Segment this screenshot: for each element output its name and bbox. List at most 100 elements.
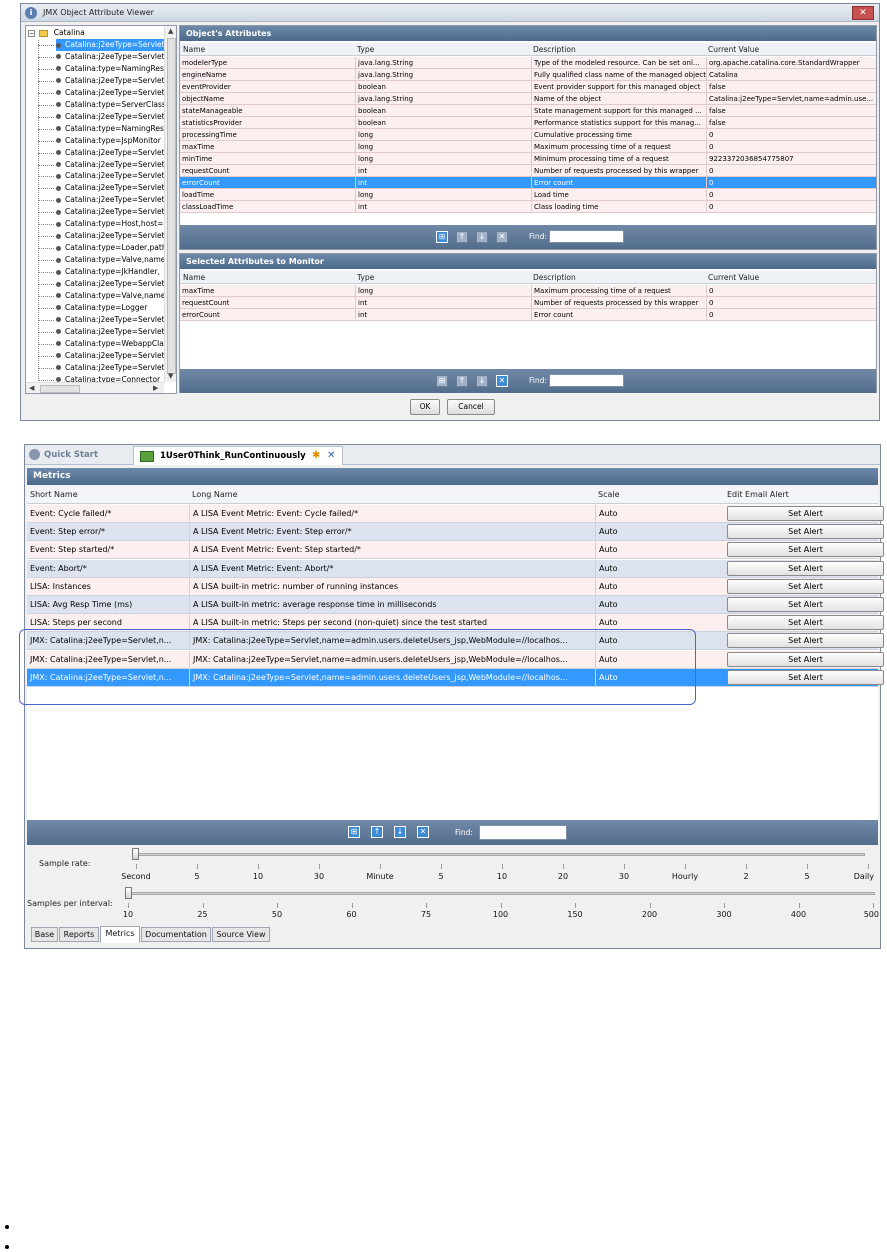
col-type[interactable]: Type [357, 271, 374, 284]
tree-item[interactable]: Catalina:j2eeType=Servlet [38, 230, 165, 242]
metric-row[interactable]: Event: Step error/* A LISA Event Metric: … [27, 523, 884, 542]
sample-rate-slider[interactable] [132, 848, 139, 860]
tree-item[interactable]: Catalina:j2eeType=Servlet [38, 362, 165, 374]
close-button[interactable]: ✕ [852, 6, 874, 20]
move-up-icon[interactable]: ↑ [371, 826, 383, 838]
metric-scale[interactable]: Auto [595, 596, 725, 614]
tree-item[interactable]: Catalina:type=ServerClassLoader [38, 99, 176, 111]
col-current-value[interactable]: Current Value [708, 271, 759, 284]
attribute-row[interactable]: eventProvider boolean Event provider suppo… [180, 81, 876, 93]
set-alert-button[interactable]: Set Alert [727, 560, 884, 576]
tree-item[interactable]: Catalina:j2eeType=Servlet [38, 159, 165, 171]
metric-row[interactable]: Event: Abort/* A LISA Event Metric: Event… [27, 559, 884, 578]
tree-item[interactable]: Catalina:j2eeType=Servlet [38, 170, 165, 182]
tab-reports[interactable]: Reports [59, 927, 99, 942]
set-alert-button[interactable]: Set Alert [727, 524, 884, 540]
scroll-left-icon[interactable]: ◀ [29, 384, 34, 392]
tree-item[interactable]: Catalina:type=JspMonitor [38, 135, 161, 147]
tree-item[interactable]: Catalina:j2eeType=Servlet [38, 326, 165, 338]
attribute-row[interactable]: maxTime long Maximum processing time of a … [180, 141, 876, 153]
metric-scale[interactable]: Auto [595, 559, 725, 578]
attribute-row[interactable]: modelerType java.lang.String Type of the m… [180, 57, 876, 69]
move-up-icon[interactable]: ↑ [456, 231, 468, 243]
set-alert-button[interactable]: Set Alert [727, 615, 884, 631]
select-all-icon[interactable]: ⊞ [348, 826, 360, 838]
tree-item[interactable]: Catalina:type=Valve,name [38, 290, 165, 302]
sample-rate-track[interactable] [133, 853, 865, 856]
attribute-row[interactable]: requestCount int Number of requests proces… [180, 297, 876, 309]
tree-item[interactable]: Catalina:type=Logger [38, 302, 147, 314]
move-down-icon[interactable]: ↓ [476, 231, 488, 243]
col-name[interactable]: Name [183, 271, 205, 284]
move-up-icon[interactable]: ↑ [456, 375, 468, 387]
metric-scale[interactable]: Auto [595, 577, 725, 596]
select-all-icon[interactable]: ⊞ [436, 231, 448, 243]
set-alert-button[interactable]: Set Alert [727, 597, 884, 612]
tree-item[interactable]: Catalina:type=Loader,path [38, 242, 167, 254]
tree-root[interactable]: − Catalina [28, 27, 85, 39]
set-alert-button[interactable]: Set Alert [727, 633, 884, 649]
col-description[interactable]: Description [533, 43, 576, 56]
attribute-row[interactable]: errorCount int Error count 0 [180, 309, 876, 321]
cancel-button[interactable]: Cancel [447, 399, 495, 415]
set-alert-button[interactable]: Set Alert [727, 578, 884, 594]
tree-item[interactable]: Catalina:j2eeType=Servlet [38, 278, 165, 290]
set-alert-button[interactable]: Set Alert [727, 542, 884, 558]
scroll-down-icon[interactable]: ▼ [168, 372, 173, 380]
attribute-row[interactable]: stateManageable boolean State management s… [180, 105, 876, 117]
attribute-row[interactable]: minTime long Minimum processing time of a … [180, 153, 876, 165]
metric-row[interactable]: Event: Step started/* A LISA Event Metric… [27, 541, 884, 560]
col-current-value[interactable]: Current Value [708, 43, 759, 56]
col-scale[interactable]: Scale [598, 485, 620, 504]
col-name[interactable]: Name [183, 43, 205, 56]
scroll-thumb[interactable] [40, 385, 80, 393]
tree-item[interactable]: Catalina:type=NamingResources [38, 123, 176, 135]
tree-item[interactable]: Catalina:type=WebappClassLoader [38, 338, 176, 350]
attribute-row[interactable]: errorCount int Error count 0 [180, 177, 876, 189]
tree-vertical-scrollbar[interactable]: ▲ ▼ [164, 26, 176, 382]
test-case-tab[interactable]: 1User0Think_RunContinuously ✱ ✕ [133, 446, 343, 465]
tree-item[interactable]: Catalina:j2eeType=Servlet [38, 87, 165, 99]
col-edit-email-alert[interactable]: Edit Email Alert [727, 485, 789, 504]
select-all-icon[interactable]: ⊞ [436, 375, 448, 387]
delete-icon[interactable]: ✕ [496, 231, 508, 243]
set-alert-button[interactable]: Set Alert [727, 669, 884, 685]
tree-item[interactable]: Catalina:type=NamingResources [38, 63, 176, 75]
set-alert-button[interactable]: Set Alert [727, 651, 884, 667]
tree-item[interactable]: Catalina:j2eeType=Servlet [38, 314, 165, 326]
tree-item[interactable]: Catalina:j2eeType=Servlet [38, 206, 165, 218]
samples-per-interval-slider[interactable] [125, 887, 132, 899]
tree-item[interactable]: Catalina:j2eeType=Servlet [38, 111, 165, 123]
scroll-right-icon[interactable]: ▶ [153, 384, 158, 392]
delete-icon[interactable]: ✕ [496, 375, 508, 387]
tab-source-view[interactable]: Source View [212, 927, 270, 942]
find-input[interactable] [549, 374, 624, 387]
scroll-up-icon[interactable]: ▲ [168, 27, 173, 35]
attribute-row[interactable]: objectName java.lang.String Name of the ob… [180, 93, 876, 105]
col-description[interactable]: Description [533, 271, 576, 284]
find-input[interactable] [479, 825, 567, 840]
mbean-tree[interactable]: − Catalina Catalina:j2eeType=Servlet Cata… [25, 25, 177, 394]
tree-item[interactable]: Catalina:j2eeType=Servlet [38, 75, 165, 87]
attribute-row[interactable]: processingTime long Cumulative processing … [180, 129, 876, 141]
ok-button[interactable]: OK [410, 399, 440, 415]
metric-scale[interactable]: Auto [595, 505, 725, 523]
tree-item[interactable]: Catalina:j2eeType=Servlet [38, 39, 165, 51]
metric-scale[interactable]: Auto [595, 523, 725, 542]
samples-per-interval-track[interactable] [127, 892, 875, 895]
move-down-icon[interactable]: ↓ [476, 375, 488, 387]
tree-item[interactable]: Catalina:j2eeType=Servlet [38, 182, 165, 194]
attribute-row[interactable]: classLoadTime int Class loading time 0 [180, 201, 876, 213]
metric-row[interactable]: LISA: Instances A LISA built-in metric: n… [27, 577, 884, 596]
attribute-row[interactable]: statisticsProvider boolean Performance sta… [180, 117, 876, 129]
attribute-row[interactable]: maxTime long Maximum processing time of a … [180, 285, 876, 297]
metric-row[interactable]: LISA: Avg Resp Time (ms) A LISA built-in … [27, 596, 884, 614]
quick-start-tab[interactable]: Quick Start [29, 449, 98, 460]
attribute-row[interactable]: engineName java.lang.String Fully qualifie… [180, 69, 876, 81]
tree-item[interactable]: Catalina:j2eeType=Servlet [38, 147, 165, 159]
tree-item[interactable]: Catalina:j2eeType=Servlet [38, 194, 165, 206]
find-input[interactable] [549, 230, 624, 243]
tree-item[interactable]: Catalina:type=Host,host= [38, 218, 163, 230]
move-down-icon[interactable]: ↓ [394, 826, 406, 838]
tree-item[interactable]: Catalina:type=Valve,name [38, 254, 165, 266]
